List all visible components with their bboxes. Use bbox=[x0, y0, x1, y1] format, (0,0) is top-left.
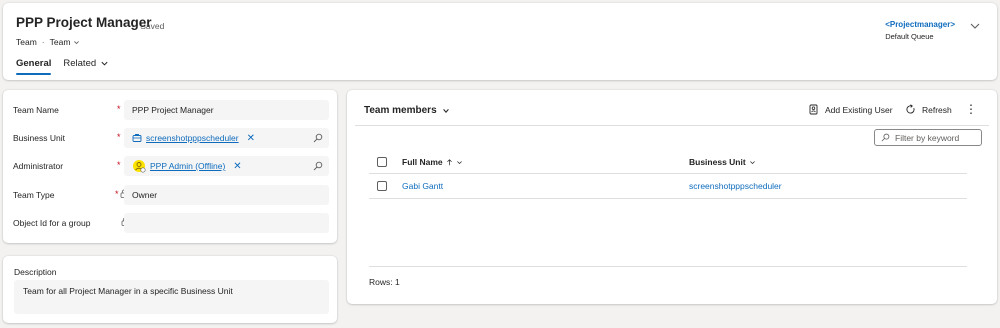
chevron-down-icon bbox=[74, 40, 80, 44]
form-selector[interactable]: Team bbox=[50, 37, 81, 47]
chevron-down-icon bbox=[456, 160, 462, 164]
refresh-button[interactable]: Refresh bbox=[905, 104, 952, 115]
administrator-link[interactable]: PPP Admin (Offline) bbox=[150, 161, 225, 171]
field-administrator: Administrator * PPP Admin (Offline) ✕ bbox=[13, 156, 331, 176]
add-existing-user-label: Add Existing User bbox=[825, 104, 893, 115]
business-unit-cell-link[interactable]: screenshotpppscheduler bbox=[689, 181, 782, 191]
team-type-value: Owner bbox=[132, 190, 158, 200]
required-indicator: * bbox=[117, 132, 121, 142]
add-existing-user-button[interactable]: Add Existing User bbox=[808, 104, 893, 115]
grid-header-row: Full Name Business Unit bbox=[369, 150, 967, 174]
tab-related[interactable]: Related bbox=[63, 58, 109, 75]
search-icon bbox=[881, 133, 890, 142]
team-name-value: PPP Project Manager bbox=[132, 105, 214, 115]
form-selector-label: Team bbox=[49, 37, 71, 47]
breadcrumb-separator: · bbox=[41, 37, 45, 47]
description-section: Description Team for all Project Manager… bbox=[3, 256, 337, 323]
field-team-name: Team Name * PPP Project Manager bbox=[13, 100, 331, 120]
filter-box bbox=[874, 129, 982, 146]
row-count: Rows: 1 bbox=[369, 277, 400, 287]
column-header-label: Full Name bbox=[402, 157, 443, 167]
general-section: Team Name * PPP Project Manager Business… bbox=[3, 90, 337, 243]
field-label: Team Type bbox=[13, 190, 55, 200]
expand-header-chevron-icon[interactable] bbox=[969, 20, 981, 32]
object-id-field bbox=[124, 213, 329, 233]
more-commands-icon[interactable]: ⋮ bbox=[965, 102, 977, 116]
administrator-lookup[interactable]: PPP Admin (Offline) ✕ bbox=[124, 156, 329, 176]
breadcrumb-entity: Team bbox=[16, 37, 37, 47]
add-user-icon bbox=[809, 104, 818, 115]
required-indicator: * bbox=[115, 189, 119, 199]
save-status: - Saved bbox=[135, 21, 165, 31]
grid-footer-divider bbox=[369, 266, 967, 267]
tab-related-label: Related bbox=[63, 58, 97, 69]
filter-input[interactable] bbox=[895, 132, 979, 143]
description-label: Description bbox=[14, 267, 57, 277]
chevron-down-icon bbox=[749, 160, 755, 164]
search-icon[interactable] bbox=[313, 133, 323, 143]
view-selector[interactable]: Team members bbox=[364, 105, 450, 116]
refresh-icon bbox=[906, 104, 915, 114]
required-indicator: * bbox=[117, 160, 121, 170]
chevron-down-icon bbox=[442, 108, 449, 113]
toolbar-divider bbox=[355, 125, 989, 126]
refresh-label: Refresh bbox=[922, 104, 952, 115]
page-title: PPP Project Manager bbox=[16, 15, 152, 30]
team-type-field: Owner bbox=[124, 185, 329, 205]
select-all-checkbox[interactable] bbox=[377, 157, 387, 167]
field-label: Administrator bbox=[13, 161, 64, 171]
remove-business-unit-icon[interactable]: ✕ bbox=[247, 133, 255, 144]
required-indicator: * bbox=[117, 104, 121, 114]
search-icon[interactable] bbox=[313, 161, 323, 171]
team-members-title: Team members bbox=[364, 105, 437, 116]
sort-ascending-icon bbox=[446, 158, 452, 165]
full-name-link[interactable]: Gabi Gantt bbox=[402, 181, 443, 191]
field-label: Team Name bbox=[13, 105, 59, 115]
field-team-type: Team Type * Owner bbox=[13, 185, 331, 205]
field-label: Object Id for a group bbox=[13, 218, 91, 228]
user-avatar-icon bbox=[133, 160, 146, 173]
chevron-down-icon bbox=[101, 61, 108, 66]
remove-administrator-icon[interactable]: ✕ bbox=[233, 161, 241, 172]
column-header-label: Business Unit bbox=[689, 157, 746, 167]
description-textarea[interactable]: Team for all Project Manager in a specif… bbox=[14, 280, 329, 314]
business-unit-tag: screenshotpppscheduler ✕ bbox=[132, 133, 255, 144]
field-object-id: Object Id for a group bbox=[13, 213, 331, 233]
field-label: Business Unit bbox=[13, 133, 65, 143]
tab-general-label: General bbox=[16, 58, 52, 69]
column-header-full-name[interactable]: Full Name bbox=[402, 157, 463, 167]
row-checkbox[interactable] bbox=[377, 181, 387, 191]
business-unit-lookup[interactable]: screenshotpppscheduler ✕ bbox=[124, 128, 329, 148]
owner-queue: Default Queue bbox=[885, 32, 934, 41]
business-unit-link[interactable]: screenshotpppscheduler bbox=[146, 133, 239, 143]
breadcrumb: Team · Team bbox=[16, 37, 80, 47]
administrator-tag: PPP Admin (Offline) ✕ bbox=[132, 159, 242, 173]
tab-general[interactable]: General bbox=[16, 58, 52, 75]
column-header-business-unit[interactable]: Business Unit bbox=[689, 157, 756, 167]
table-row: Gabi Gantt screenshotpppscheduler bbox=[369, 174, 967, 199]
owner-field: <Projectmanager> Default Queue bbox=[885, 20, 955, 41]
owner-name-link[interactable]: <Projectmanager> bbox=[885, 20, 955, 29]
team-name-input[interactable]: PPP Project Manager bbox=[124, 100, 329, 120]
record-header: PPP Project Manager - Saved Team · Team … bbox=[3, 3, 997, 80]
tab-list: General Related bbox=[16, 58, 109, 75]
field-business-unit: Business Unit * screenshotpppscheduler ✕ bbox=[13, 128, 331, 148]
team-members-subgrid: Team members Add Existing User Refresh ⋮… bbox=[347, 90, 997, 304]
business-unit-icon bbox=[132, 134, 142, 142]
